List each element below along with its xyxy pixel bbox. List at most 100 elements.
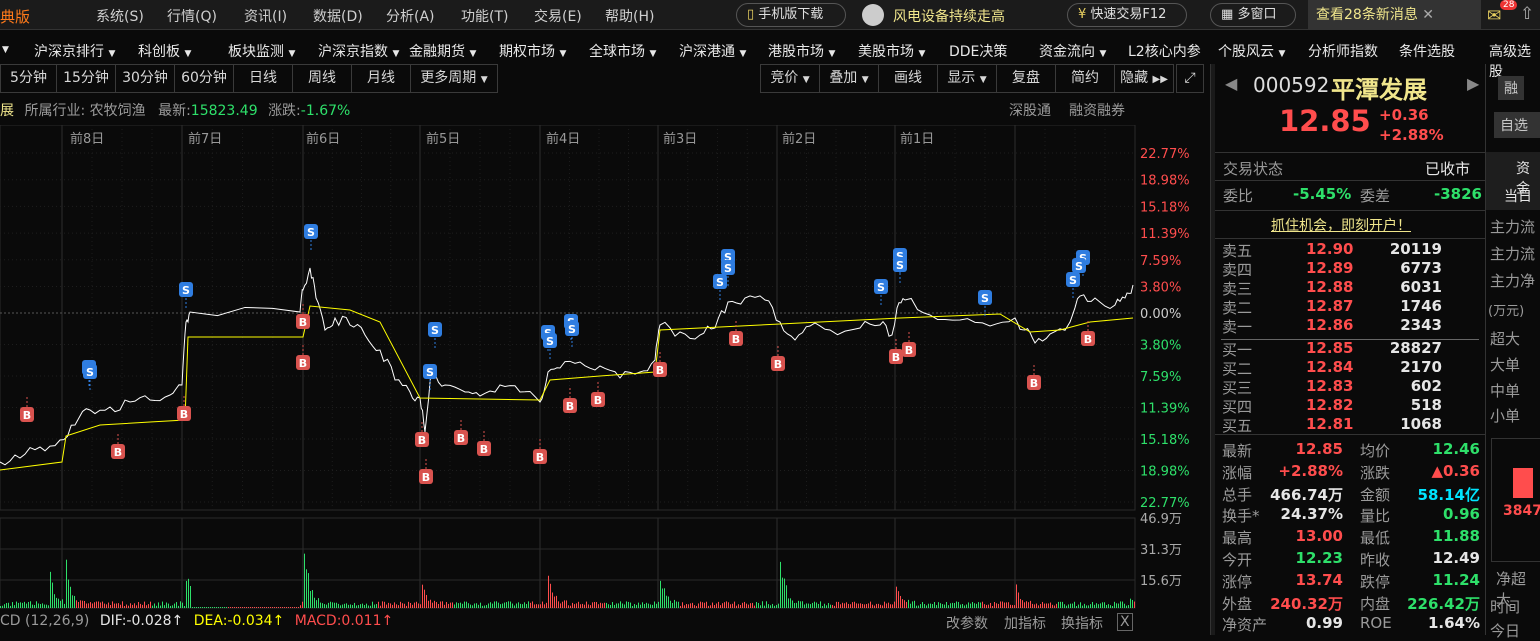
menu-functions[interactable]: 功能(T): [461, 6, 508, 26]
quick-trade-button[interactable]: ¥ 快速交易F12: [1067, 3, 1187, 27]
chart-tool-button[interactable]: 复盘: [996, 64, 1056, 93]
chart-tool-button[interactable]: 叠加 ▼: [819, 64, 879, 93]
nav-item[interactable]: 资金流向 ▼: [1039, 41, 1106, 61]
close-icon[interactable]: ✕: [1422, 7, 1434, 23]
tag-margin[interactable]: 融资融券: [1069, 100, 1125, 120]
order-book-row[interactable]: 买四 12.82 518: [1222, 396, 1480, 416]
add-indicator-button[interactable]: 加指标: [1004, 613, 1046, 633]
order-book-row[interactable]: 卖五 12.90 20119: [1222, 240, 1480, 260]
change-params-button[interactable]: 改参数: [946, 613, 988, 633]
nav-item[interactable]: 板块监测 ▼: [228, 41, 295, 61]
menu-news[interactable]: 资讯(I): [244, 6, 287, 26]
nav-label: DDE决策: [949, 44, 1008, 60]
nav-item[interactable]: 美股市场 ▼: [858, 41, 925, 61]
order-book-row[interactable]: 卖一 12.86 2343: [1222, 316, 1480, 336]
volume-bar: [898, 591, 899, 608]
stat-value: 12.85: [1295, 440, 1343, 458]
period-tab[interactable]: 月线: [351, 64, 411, 93]
tag-shenguton[interactable]: 深股通: [1009, 100, 1051, 120]
nav-item[interactable]: 科创板 ▼: [138, 41, 191, 61]
volume-bar: [672, 602, 673, 608]
menu-quotes[interactable]: 行情(Q): [167, 6, 217, 26]
nav-item[interactable]: DDE决策: [949, 41, 1007, 61]
volume-bar: [272, 607, 273, 608]
next-stock-icon[interactable]: ▶: [1467, 74, 1479, 93]
volume-bar: [638, 602, 639, 608]
volume-bar: [376, 604, 377, 608]
period-tab[interactable]: 日线: [233, 64, 293, 93]
menu-trade[interactable]: 交易(E): [534, 6, 582, 26]
period-tab[interactable]: 30分钟: [115, 64, 175, 93]
menu-analysis[interactable]: 分析(A): [386, 6, 435, 26]
nav-item[interactable]: 个股风云 ▼: [1218, 41, 1285, 61]
rong-button[interactable]: 融: [1498, 76, 1524, 100]
order-book-row[interactable]: 买三 12.83 602: [1222, 377, 1480, 397]
multi-window-button[interactable]: ▦ 多窗口: [1210, 3, 1296, 27]
mail-icon[interactable]: ✉: [1487, 6, 1501, 26]
close-indicator-button[interactable]: X: [1117, 613, 1133, 631]
news-ticker[interactable]: 风电设备持续走高: [893, 6, 1005, 26]
volume-bar: [752, 602, 753, 608]
period-tab[interactable]: 5分钟: [0, 64, 57, 93]
nav-item[interactable]: 沪深京指数 ▼: [318, 41, 399, 61]
nav-item[interactable]: 分析师指数: [1308, 41, 1378, 61]
period-tab[interactable]: 更多周期 ▼: [410, 64, 498, 93]
volume-bar: [164, 605, 165, 608]
chart-tool-button[interactable]: 竞价 ▼: [760, 64, 820, 93]
nav-item[interactable]: 沪深港通 ▼: [679, 41, 746, 61]
chart-tool-label: 显示: [947, 70, 976, 86]
volume-bar: [394, 602, 395, 608]
zixuan-button[interactable]: 自选: [1494, 112, 1540, 138]
switch-indicator-button[interactable]: 换指标: [1061, 613, 1103, 633]
nav-item[interactable]: 金融期货 ▼: [409, 41, 476, 61]
volume-bar: [178, 605, 179, 608]
industry-value[interactable]: 农牧饲渔: [90, 103, 146, 119]
order-book-row[interactable]: 买二 12.84 2170: [1222, 358, 1480, 378]
dropdown-icon[interactable]: ▼: [2, 45, 9, 55]
volume-bar: [1056, 603, 1057, 608]
intraday-chart[interactable]: 22.77% 18.98% 15.18% 11.39% 7.59% 3.80% 0.00% 3…: [0, 125, 1210, 635]
stat-value: 13.74: [1295, 570, 1343, 589]
period-tab[interactable]: 周线: [292, 64, 352, 93]
volume-bar: [958, 601, 959, 608]
menu-help[interactable]: 帮助(H): [605, 6, 654, 26]
nav-item[interactable]: 条件选股: [1399, 41, 1455, 61]
menu-system[interactable]: 系统(S): [96, 6, 144, 26]
volume-bar: [154, 603, 155, 608]
order-book-row[interactable]: 买五 12.81 1068: [1222, 415, 1480, 435]
volume-bar: [1016, 584, 1017, 608]
nav-item[interactable]: 港股市场 ▼: [768, 41, 835, 61]
mobile-download-button[interactable]: ▯ 手机版下载: [736, 3, 846, 27]
volume-bar: [826, 605, 827, 608]
nav-item[interactable]: L2核心内参: [1128, 41, 1201, 61]
volume-bar: [304, 553, 305, 608]
up-arrow-icon[interactable]: ⇧: [1520, 4, 1534, 24]
volume-bar: [410, 602, 411, 608]
period-tab[interactable]: 60分钟: [174, 64, 234, 93]
open-account-link[interactable]: 抓住机会，即刻开户！: [1271, 215, 1411, 235]
period-tab[interactable]: 15分钟: [56, 64, 116, 93]
today-tab[interactable]: 当日: [1504, 186, 1532, 206]
nav-item[interactable]: 期权市场 ▼: [499, 41, 566, 61]
volume-bar: [468, 603, 469, 608]
chart-tool-button[interactable]: 简约: [1055, 64, 1115, 93]
level-price: 12.84: [1306, 358, 1354, 376]
fullscreen-icon[interactable]: ⤢: [1176, 64, 1204, 93]
order-book-row[interactable]: 买一 12.85 28827: [1222, 339, 1480, 359]
volume-bar: [486, 605, 487, 608]
order-book-row[interactable]: 卖四 12.89 6773: [1222, 259, 1480, 279]
volume-bar: [144, 601, 145, 608]
prev-stock-icon[interactable]: ◀: [1225, 74, 1237, 93]
volume-bar: [812, 602, 813, 608]
volume-bar: [1080, 602, 1081, 608]
chart-tool-button[interactable]: 隐藏 ▶▶: [1114, 64, 1174, 93]
order-book-row[interactable]: 卖二 12.87 1746: [1222, 297, 1480, 317]
nav-item[interactable]: 沪深京排行 ▼: [34, 41, 115, 61]
messages-notice[interactable]: 查看28条新消息 ✕: [1308, 0, 1481, 30]
volume-bar: [556, 595, 557, 608]
chart-tool-button[interactable]: 显示 ▼: [937, 64, 997, 93]
nav-item[interactable]: 全球市场 ▼: [589, 41, 656, 61]
chart-tool-button[interactable]: 画线: [878, 64, 938, 93]
menu-data[interactable]: 数据(D): [313, 6, 363, 26]
order-book-row[interactable]: 卖三 12.88 6031: [1222, 278, 1480, 298]
